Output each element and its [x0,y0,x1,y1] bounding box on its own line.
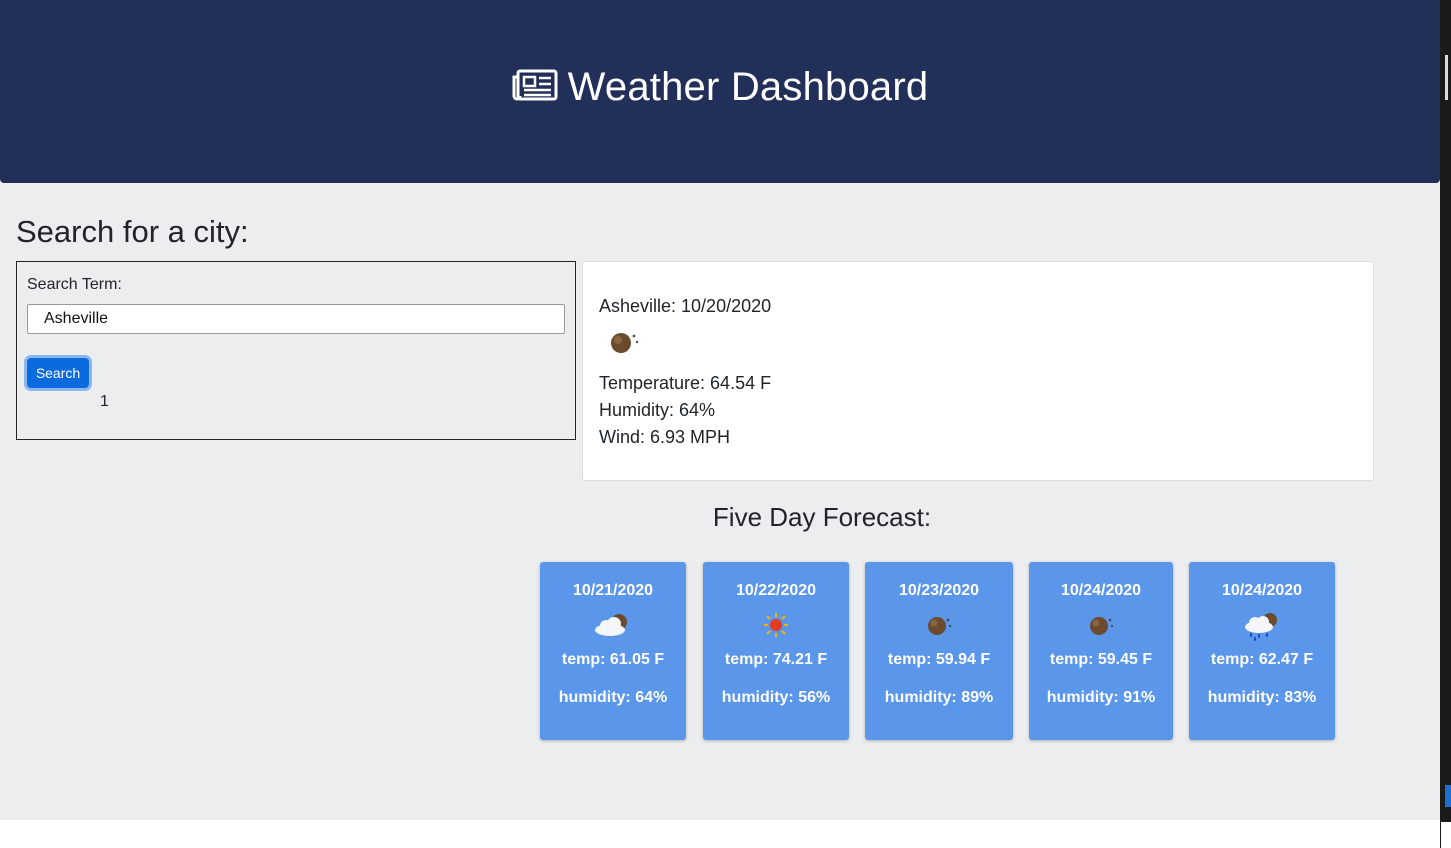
forecast-date: 10/24/2020 [1060,582,1142,599]
search-term-label: Search Term: [27,276,122,293]
search-heading: Search for a city: [16,214,249,249]
edge-indicator [1445,785,1451,807]
forecast-humidity: humidity: 64% [558,689,668,706]
search-input[interactable] [27,304,565,334]
scrollbar-thumb[interactable] [1445,55,1448,100]
current-city-date: Asheville: 10/20/2020 [599,296,772,316]
forecast-heading: Five Day Forecast: [712,502,932,532]
current-weather-card: Asheville: 10/20/2020 Temperature: 64.54… [582,261,1374,481]
forecast-humidity: humidity: 91% [1046,689,1156,706]
forecast-humidity: humidity: 83% [1207,689,1317,706]
header-banner: Weather Dashboard [0,0,1440,183]
current-humidity: Humidity: 64% [599,400,716,420]
clear-night-icon [607,328,643,361]
header-content: Weather Dashboard [512,65,929,110]
clear-night-icon [865,611,1013,639]
forecast-date: 10/24/2020 [1221,582,1303,599]
search-history-item[interactable]: 1 [100,393,109,411]
forecast-humidity: humidity: 89% [884,689,994,706]
clear-day-sun-icon [703,611,849,639]
page-title: Weather Dashboard [567,65,929,109]
forecast-card: 10/22/2020 temp: 74.21 F humidity: 56% [703,562,849,740]
forecast-temp: temp: 62.47 F [1210,651,1314,668]
current-wind: Wind: 6.93 MPH [599,427,731,447]
forecast-temp: temp: 61.05 F [561,651,665,668]
forecast-date: 10/22/2020 [735,582,817,599]
forecast-temp: temp: 59.45 F [1049,651,1153,668]
forecast-temp: temp: 74.21 F [724,651,828,668]
edge-indicator [1441,822,1451,848]
forecast-card: 10/21/2020 temp: 61.05 F humidity: 64% [540,562,686,740]
forecast-date: 10/23/2020 [898,582,980,599]
forecast-temp: temp: 59.94 F [887,651,991,668]
search-button[interactable]: Search [27,358,89,388]
forecast-card: 10/24/2020 temp: 59.45 F humidity: 91% [1029,562,1173,740]
window-edge [1440,0,1451,848]
newspaper-icon [512,69,558,106]
forecast-card: 10/24/2020 temp: 62.47 F humidity: 83% [1189,562,1335,740]
cloudy-night-icon [540,611,686,639]
clear-night-icon [1029,611,1173,639]
forecast-date: 10/21/2020 [572,582,654,599]
search-panel: Search Term: Search 1 [16,261,576,440]
current-temperature: Temperature: 64.54 F [599,373,772,393]
forecast-humidity: humidity: 56% [721,689,831,706]
rain-night-icon [1189,611,1335,641]
forecast-card: 10/23/2020 temp: 59.94 F humidity: 89% [865,562,1013,740]
